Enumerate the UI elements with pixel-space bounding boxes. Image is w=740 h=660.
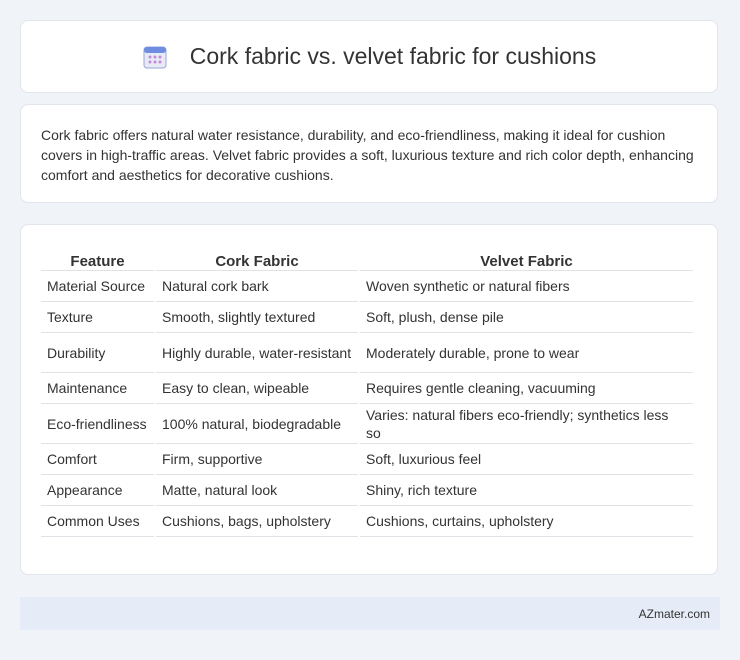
velvet-cell: Shiny, rich texture [360,475,693,506]
cork-cell: Cushions, bags, upholstery [156,506,358,537]
velvet-cell: Moderately durable, prone to wear [360,333,693,373]
feature-cell: Durability [41,333,154,373]
cork-cell: Natural cork bark [156,271,358,302]
feature-cell: Comfort [41,444,154,475]
velvet-cell: Requires gentle cleaning, vacuuming [360,373,693,404]
table-row: Appearance Matte, natural look Shiny, ri… [41,475,693,506]
velvet-cell: Varies: natural fibers eco-friendly; syn… [360,404,693,444]
cork-cell: Smooth, slightly textured [156,302,358,333]
header-feature: Feature [41,245,154,271]
velvet-cell: Soft, plush, dense pile [360,302,693,333]
feature-cell: Material Source [41,271,154,302]
header-velvet: Velvet Fabric [360,245,693,271]
footer: AZmater.com [20,597,720,630]
footer-brand: AZmater.com [638,606,710,621]
cork-cell: Highly durable, water-resistant [156,333,358,373]
velvet-cell: Cushions, curtains, upholstery [360,506,693,537]
feature-cell: Eco-friendliness [41,404,154,444]
feature-cell: Common Uses [41,506,154,537]
comparison-table: Feature Cork Fabric Velvet Fabric Materi… [39,245,695,537]
velvet-cell: Woven synthetic or natural fibers [360,271,693,302]
feature-cell: Maintenance [41,373,154,404]
table-row: Comfort Firm, supportive Soft, luxurious… [41,444,693,475]
table-row: Texture Smooth, slightly textured Soft, … [41,302,693,333]
calendar-icon [143,46,167,68]
feature-cell: Texture [41,302,154,333]
header-cork: Cork Fabric [156,245,358,271]
cork-cell: Firm, supportive [156,444,358,475]
feature-cell: Appearance [41,475,154,506]
table-row: Common Uses Cushions, bags, upholstery C… [41,506,693,537]
table-row: Durability Highly durable, water-resista… [41,333,693,373]
table-row: Material Source Natural cork bark Woven … [41,271,693,302]
intro-card: Cork fabric offers natural water resista… [20,104,718,203]
table-header-row: Feature Cork Fabric Velvet Fabric [41,245,693,271]
cork-cell: Matte, natural look [156,475,358,506]
title-card: Cork fabric vs. velvet fabric for cushio… [20,20,718,93]
table-row: Maintenance Easy to clean, wipeable Requ… [41,373,693,404]
comparison-card: Feature Cork Fabric Velvet Fabric Materi… [20,224,718,575]
intro-text: Cork fabric offers natural water resista… [41,127,694,183]
cork-cell: 100% natural, biodegradable [156,404,358,444]
velvet-cell: Soft, luxurious feel [360,444,693,475]
table-row: Eco-friendliness 100% natural, biodegrad… [41,404,693,444]
cork-cell: Easy to clean, wipeable [156,373,358,404]
page-title: Cork fabric vs. velvet fabric for cushio… [189,43,597,69]
